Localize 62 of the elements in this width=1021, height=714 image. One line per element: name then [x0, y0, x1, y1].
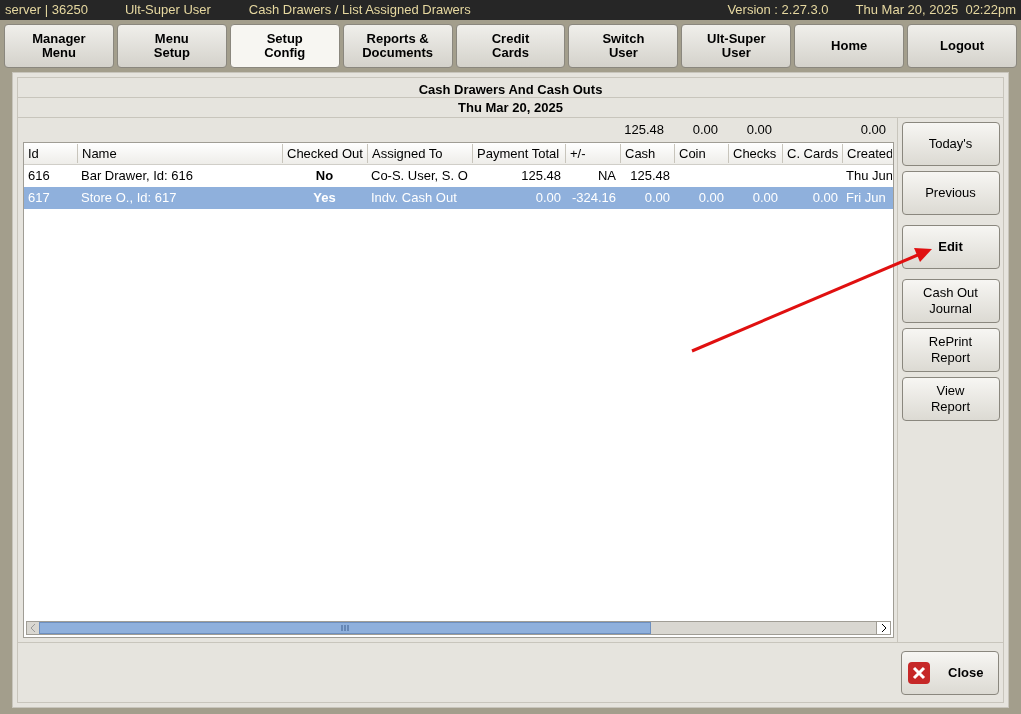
close-button[interactable]: Close — [901, 650, 999, 695]
table-cell-text: 125.48 — [520, 167, 562, 186]
nav-button[interactable]: Home — [794, 24, 905, 68]
date-time: Thu Mar 20, 2025 02:22pm — [855, 1, 1016, 20]
table-cell-text: No — [314, 167, 335, 186]
table-cell-text: Bar Drawer, Id: 616 — [80, 167, 194, 186]
nav-button[interactable]: Credit Cards — [455, 24, 566, 68]
close-icon — [908, 661, 930, 684]
scroll-thumb[interactable] — [39, 622, 651, 634]
column-header[interactable]: Assigned To — [367, 143, 472, 164]
side-button[interactable]: View Report — [901, 377, 1000, 421]
column-header[interactable]: Cash — [620, 143, 674, 164]
table-cell-text: Store O., Id: 617 — [80, 189, 178, 208]
table-cell-text: 616 — [27, 167, 51, 186]
nav-button[interactable]: Menu Setup — [116, 24, 227, 68]
total-value: 0.00 — [859, 121, 887, 140]
column-header[interactable]: Created — [842, 143, 892, 164]
nav-button[interactable]: Logout — [907, 24, 1017, 68]
scroll-right-icon[interactable] — [876, 622, 890, 634]
total-value: 0.00 — [691, 121, 719, 140]
side-button[interactable]: RePrint Report — [901, 328, 1000, 372]
table-cell-text: Yes — [312, 189, 337, 208]
table-cell-text: -324.16 — [570, 189, 617, 208]
server-label: server | 36250 — [5, 1, 88, 20]
table-cell-text: 0.00 — [697, 189, 725, 208]
side-button[interactable]: Today's — [901, 122, 1000, 166]
table-cell-text: Co-S. User, S. O — [370, 167, 469, 186]
page-path: Cash Drawers / List Assigned Drawers — [248, 1, 471, 20]
table-cell-text: 0.00 — [643, 189, 671, 208]
column-header[interactable]: C. Cards — [782, 143, 842, 164]
side-button[interactable]: Cash Out Journal — [901, 279, 1000, 323]
side-button[interactable]: Edit — [901, 225, 1000, 269]
table-cell-text: Thu Jun — [845, 167, 892, 186]
table-cell-text: 617 — [27, 189, 51, 208]
column-header[interactable]: Coin — [674, 143, 728, 164]
total-value: 0.00 — [745, 121, 773, 140]
panel-title: Cash Drawers And Cash Outs — [18, 78, 1003, 98]
horizontal-scrollbar[interactable] — [26, 621, 891, 635]
table-cell-text: 0.00 — [811, 189, 839, 208]
nav-button[interactable]: Setup Config — [229, 24, 340, 68]
user-label: Ult-Super User — [124, 1, 211, 20]
nav-button[interactable]: Ult-Super User — [681, 24, 792, 68]
table-cell-text: NA — [596, 167, 617, 186]
nav-button[interactable]: Manager Menu — [4, 24, 114, 68]
table-cell-text: Indv. Cash Out — [370, 189, 458, 208]
column-header[interactable]: Checked Out — [282, 143, 367, 164]
table-cell-text: 0.00 — [534, 189, 562, 208]
table-cell-text: 0.00 — [751, 189, 779, 208]
table-cell-text: Fri Jun — [845, 189, 887, 208]
column-header[interactable]: Name — [77, 143, 282, 164]
nav-button[interactable]: Switch User — [568, 24, 679, 68]
table-row[interactable]: 616 Bar Drawer, Id: 616 No Co-S. User, S. O 125.48 NA 125.48 Thu Jun — [24, 165, 893, 187]
table-cell-text: 125.48 — [629, 167, 671, 186]
column-header[interactable]: +/- — [565, 143, 620, 164]
version-label: Version : 2.27.3.0 — [727, 1, 829, 20]
column-header[interactable]: Id — [24, 143, 77, 164]
side-button[interactable]: Previous — [901, 171, 1000, 215]
column-header[interactable]: Payment Total — [472, 143, 565, 164]
nav-button[interactable]: Reports & Documents — [342, 24, 453, 68]
column-header[interactable]: Checks — [728, 143, 782, 164]
panel-date: Thu Mar 20, 2025 — [18, 98, 1003, 118]
total-value: 125.48 — [623, 121, 665, 140]
